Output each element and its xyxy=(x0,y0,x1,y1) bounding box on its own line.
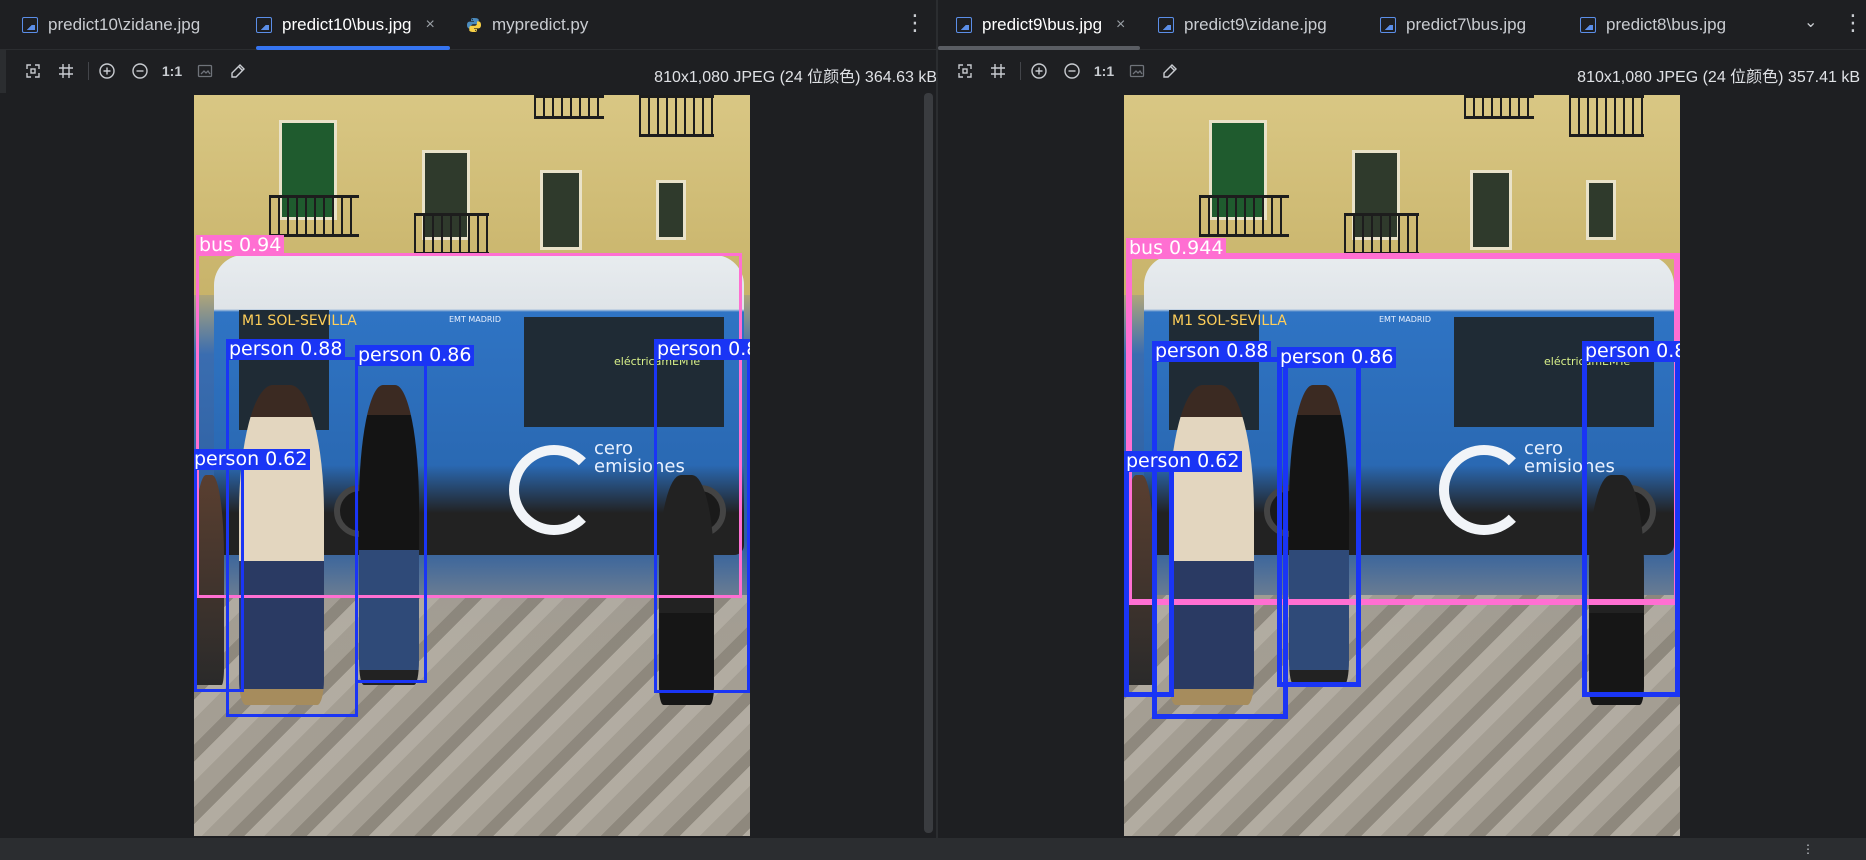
more-options-icon[interactable]: ⋮ xyxy=(904,12,926,34)
close-icon[interactable]: × xyxy=(425,16,434,34)
window xyxy=(540,170,582,250)
right-image-toolbar: 1:1 810x1,080 JPEG (24 位颜色) 357.41 kB xyxy=(938,50,1866,93)
color-picker-icon[interactable] xyxy=(227,60,249,82)
zoom-in-icon[interactable] xyxy=(96,60,118,82)
tab-predict9-bus[interactable]: predict9\bus.jpg × xyxy=(956,0,1125,49)
image-file-icon xyxy=(1380,16,1396,33)
right-editor-pane: predict9\bus.jpg × predict9\zidane.jpg p… xyxy=(938,0,1866,838)
image-file-icon xyxy=(1158,16,1174,33)
zoom-out-icon[interactable] xyxy=(1061,60,1083,82)
balcony xyxy=(534,95,604,119)
person-detection-box: person 0.86 xyxy=(355,345,475,683)
person-detection-label: person 0.89 xyxy=(1582,341,1680,362)
fit-zoom-icon[interactable] xyxy=(954,60,976,82)
person-detection-label: person 0.62 xyxy=(1124,451,1243,472)
right-image-viewport[interactable]: M1 SOL-SEVILLA EMT MADRID eléctricamEMTe… xyxy=(938,93,1866,838)
more-icon[interactable]: ⋮ xyxy=(1802,842,1814,856)
background-toggle-icon[interactable] xyxy=(1126,60,1148,82)
balcony xyxy=(1464,95,1534,119)
person-detection-box: person 0.62 xyxy=(194,449,311,692)
person-detection-label: person 0.62 xyxy=(194,449,311,470)
bus-detection-label: bus 0.94 xyxy=(196,235,285,256)
actual-size-button[interactable]: 1:1 xyxy=(161,60,183,82)
image-info: 810x1,080 JPEG (24 位颜色) 357.41 kB xyxy=(1577,69,1860,86)
balcony xyxy=(639,95,714,137)
tab-label: mypredict.py xyxy=(492,14,589,34)
left-tab-bar: predict10\zidane.jpg predict10\bus.jpg ×… xyxy=(0,0,937,50)
person-detection-label: person 0.88 xyxy=(1152,341,1272,362)
left-image-toolbar: 1:1 810x1,080 JPEG (24 位颜色) 364.63 kB xyxy=(0,50,937,93)
python-file-icon xyxy=(466,17,482,33)
person-detection-box: person 0.89 xyxy=(1582,341,1680,697)
tab-label: predict7\bus.jpg xyxy=(1406,14,1527,34)
balcony xyxy=(1569,95,1644,137)
balcony xyxy=(414,213,489,255)
tab-mypredict-py[interactable]: mypredict.py xyxy=(466,0,588,49)
tab-predict8-bus[interactable]: predict8\bus.jpg xyxy=(1580,0,1726,49)
actual-size-button[interactable]: 1:1 xyxy=(1093,60,1115,82)
person-detection-label: person 0.86 xyxy=(1277,347,1397,368)
tab-label: predict8\bus.jpg xyxy=(1606,14,1727,34)
balcony xyxy=(269,195,359,237)
tab-label: predict9\zidane.jpg xyxy=(1184,14,1327,34)
zoom-in-icon[interactable] xyxy=(1028,60,1050,82)
fit-zoom-icon[interactable] xyxy=(22,60,44,82)
person-detection-box: person 0.86 xyxy=(1277,347,1397,687)
color-picker-icon[interactable] xyxy=(1159,60,1181,82)
balcony xyxy=(1199,195,1289,237)
person-detection-box: person 0.89 xyxy=(654,339,750,693)
balcony xyxy=(1344,213,1419,255)
window xyxy=(1586,180,1616,240)
bus-detection-label: bus 0.944 xyxy=(1126,238,1227,259)
vertical-scrollbar[interactable] xyxy=(924,93,933,833)
tab-predict10-zidane[interactable]: predict10\zidane.jpg xyxy=(22,0,200,49)
image-info: 810x1,080 JPEG (24 位颜色) 364.63 kB xyxy=(654,69,937,86)
tab-predict10-bus[interactable]: predict10\bus.jpg × xyxy=(256,0,435,49)
status-bar: ⋮ xyxy=(0,838,1866,860)
background-toggle-icon[interactable] xyxy=(194,60,216,82)
grid-icon[interactable] xyxy=(987,60,1009,82)
more-options-icon[interactable]: ⋮ xyxy=(1842,12,1864,34)
tab-label: predict10\bus.jpg xyxy=(282,14,412,34)
person-detection-box: person 0.88 xyxy=(226,339,358,717)
detection-image: M1 SOL-SEVILLA EMT MADRID eléctricamEMTe… xyxy=(1124,95,1680,836)
person-detection-label: person 0.89 xyxy=(654,339,750,360)
tab-label: predict9\bus.jpg xyxy=(982,14,1103,34)
close-icon[interactable]: × xyxy=(1116,16,1125,34)
person-detection-label: person 0.86 xyxy=(355,345,475,366)
window xyxy=(1470,170,1512,250)
image-file-icon xyxy=(256,16,272,33)
tab-label: predict10\zidane.jpg xyxy=(48,14,201,34)
zoom-out-icon[interactable] xyxy=(129,60,151,82)
tab-predict7-bus[interactable]: predict7\bus.jpg xyxy=(1380,0,1526,49)
image-file-icon xyxy=(1580,16,1596,33)
left-image-viewport[interactable]: M1 SOL-SEVILLA EMT MADRID eléctricamEMTe… xyxy=(0,93,937,838)
person-detection-label: person 0.88 xyxy=(226,339,346,360)
chevron-down-icon[interactable]: ⌄ xyxy=(1804,12,1817,32)
right-tab-bar: predict9\bus.jpg × predict9\zidane.jpg p… xyxy=(938,0,1866,50)
tab-predict9-zidane[interactable]: predict9\zidane.jpg xyxy=(1158,0,1327,49)
toolbar-divider xyxy=(88,62,89,80)
window xyxy=(656,180,686,240)
person-detection-box: person 0.62 xyxy=(1124,451,1243,697)
image-file-icon xyxy=(956,16,972,33)
detection-image: M1 SOL-SEVILLA EMT MADRID eléctricamEMTe… xyxy=(194,95,750,836)
left-editor-pane: predict10\zidane.jpg predict10\bus.jpg ×… xyxy=(0,0,937,838)
toolbar-divider xyxy=(1020,62,1021,80)
grid-icon[interactable] xyxy=(55,60,77,82)
image-file-icon xyxy=(22,16,38,33)
